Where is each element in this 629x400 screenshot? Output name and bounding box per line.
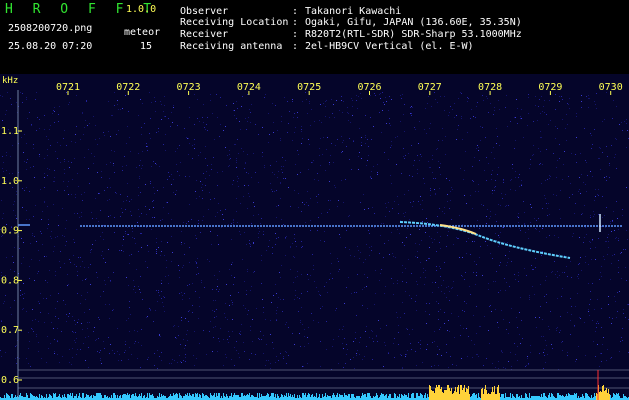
info-label-location: Receiving Location xyxy=(180,17,289,28)
meteor-count: 15 xyxy=(140,41,153,52)
info-label-receiver: Receiver xyxy=(180,29,229,40)
info-label-antenna: Receiving antenna xyxy=(180,41,283,52)
info-value-receiver: R820T2(RTL-SDR) SDR-Sharp 53.1000MHz xyxy=(305,29,522,40)
info-value-location: Ogaki, Gifu, JAPAN (136.60E, 35.35N) xyxy=(305,17,522,28)
axis-unit-label: kHz xyxy=(2,76,18,86)
info-label-observer: Observer xyxy=(180,6,229,17)
info-colon: : xyxy=(292,17,299,28)
freq-tick-label: 0.6 xyxy=(1,375,19,386)
header-panel: H R O F F T 1.0.0 2508200720.png 25.08.2… xyxy=(0,0,629,74)
freq-tick-label: 0.8 xyxy=(1,275,19,286)
info-colon: : xyxy=(292,6,299,17)
freq-tick-label: 0.9 xyxy=(1,226,19,237)
info-value-antenna: 2el-HB9CV Vertical (el. E-W) xyxy=(305,41,474,52)
freq-tick-label: 1.0 xyxy=(1,176,19,187)
app-version: 1.0.0 xyxy=(126,4,157,15)
spectrogram: kHz0721 0722 0723 0724 0725 0726 0727 0728 0729 0… xyxy=(0,74,629,400)
freq-tick-label: 1.1 xyxy=(1,126,19,137)
info-colon: : xyxy=(292,41,299,52)
spectrogram-background xyxy=(0,74,629,400)
date-time: 25.08.20 07:20 xyxy=(8,41,93,52)
file-name: 2508200720.png xyxy=(8,23,93,34)
info-value-observer: Takanori Kawachi xyxy=(305,6,402,17)
freq-tick-label: 0.7 xyxy=(1,325,19,336)
info-colon: : xyxy=(292,29,299,40)
meteor-label: meteor xyxy=(124,27,161,38)
